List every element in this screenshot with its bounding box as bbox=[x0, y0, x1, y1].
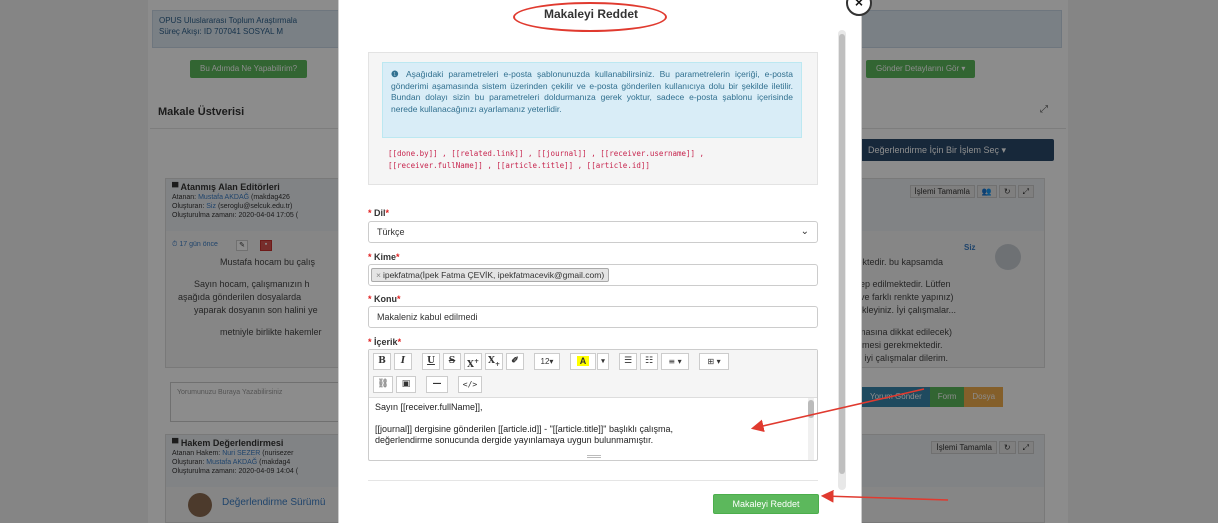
color-glyph: A bbox=[576, 356, 590, 366]
template-parameters: [[done.by]] , [[related.link]] , [[journ… bbox=[388, 148, 808, 172]
scrollbar-thumb[interactable] bbox=[839, 34, 845, 474]
table-select[interactable]: ⊞ ▾ bbox=[699, 353, 729, 370]
recipient-input[interactable]: × ipekfatma(İpek Fatma ÇEVİK, ipekfatmace… bbox=[368, 264, 818, 286]
code-view-icon[interactable]: </> bbox=[458, 376, 482, 393]
info-circle-icon: ❶ bbox=[391, 69, 402, 79]
content-label-text: İçerik bbox=[374, 337, 398, 347]
image-icon[interactable]: ▣ bbox=[396, 376, 416, 393]
superscript-mark: + bbox=[473, 358, 479, 365]
language-select[interactable]: Türkçe ⌄ bbox=[368, 221, 818, 243]
reject-article-submit-button[interactable]: Makaleyi Reddet bbox=[713, 494, 819, 514]
required-marker: * bbox=[368, 337, 372, 347]
editor-line: değerlendirme sonucunda dergide yayınlam… bbox=[375, 435, 654, 445]
parameters-line: [[done.by]] , [[related.link]] , [[journ… bbox=[388, 149, 705, 158]
editor-content[interactable]: Sayın [[receiver.fullName]], [[journal]]… bbox=[375, 402, 805, 446]
modal-footer-divider bbox=[368, 480, 818, 481]
to-label: * Kime* bbox=[368, 252, 400, 262]
editor-scroll-thumb[interactable] bbox=[808, 400, 814, 418]
horizontal-rule-icon[interactable]: — bbox=[426, 376, 448, 393]
recipient-tag: × ipekfatma(İpek Fatma ÇEVİK, ipekfatmace… bbox=[371, 268, 610, 282]
content-editor: B I U S X+ X+ ✐ 12▾ A ▾ ☰ ☷ ≡ ▾ ⊞ ▾ ⛓ ▣ … bbox=[368, 349, 818, 461]
subscript-mark: + bbox=[494, 360, 500, 368]
superscript-glyph: X bbox=[466, 360, 474, 370]
bold-button[interactable]: B bbox=[373, 353, 391, 370]
link-icon[interactable]: ⛓ bbox=[373, 376, 393, 393]
resize-handle[interactable] bbox=[587, 455, 601, 458]
editor-scrollbar[interactable] bbox=[808, 398, 814, 460]
subject-value: Makaleniz kabul edilmedi bbox=[377, 312, 478, 322]
editor-line: [[journal]] dergisine gönderilen [[artic… bbox=[375, 424, 674, 434]
superscript-button[interactable]: X+ bbox=[464, 353, 482, 370]
subscript-glyph: X bbox=[487, 356, 495, 366]
modal-scrollbar[interactable] bbox=[838, 30, 846, 490]
language-label: * Dil* bbox=[368, 208, 390, 218]
subject-label: * Konu* bbox=[368, 294, 401, 304]
text-color-button[interactable]: A bbox=[570, 353, 596, 370]
italic-button[interactable]: I bbox=[394, 353, 412, 370]
recipient-tag-text: ipekfatma(İpek Fatma ÇEVİK, ipekfatmacev… bbox=[382, 270, 605, 280]
chevron-down-icon: ⌄ bbox=[800, 226, 809, 237]
parameters-line: [[receiver.fullName]] , [[article.title]… bbox=[388, 161, 650, 170]
unordered-list-icon[interactable]: ☰ bbox=[619, 353, 637, 370]
subject-input[interactable]: Makaleniz kabul edilmedi bbox=[368, 306, 818, 328]
ordered-list-icon[interactable]: ☷ bbox=[640, 353, 658, 370]
alert-text: Aşağıdaki parametreleri e-posta şablonun… bbox=[391, 69, 794, 114]
subscript-button[interactable]: X+ bbox=[485, 353, 503, 370]
editor-toolbar: B I U S X+ X+ ✐ 12▾ A ▾ ☰ ☷ ≡ ▾ ⊞ ▾ ⛓ ▣ … bbox=[369, 350, 817, 398]
required-marker: * bbox=[368, 208, 372, 218]
font-size-select[interactable]: 12▾ bbox=[534, 353, 560, 370]
to-label-text: Kime bbox=[374, 252, 397, 262]
language-selected-value: Türkçe bbox=[377, 227, 405, 237]
strikethrough-button[interactable]: S bbox=[443, 353, 461, 370]
color-dropdown[interactable]: ▾ bbox=[597, 353, 609, 370]
content-label: * İçerik* bbox=[368, 337, 402, 347]
editor-line: Sayın [[receiver.fullName]], bbox=[375, 402, 483, 412]
parameters-info-alert: ❶ Aşağıdaki parametreleri e-posta şablon… bbox=[382, 62, 802, 138]
align-select[interactable]: ≡ ▾ bbox=[661, 353, 689, 370]
required-marker: * bbox=[368, 294, 372, 304]
tag-remove-icon[interactable]: × bbox=[376, 270, 381, 280]
modal-title: Makaleyi Reddet bbox=[543, 7, 639, 21]
underline-button[interactable]: U bbox=[422, 353, 440, 370]
subject-label-text: Konu bbox=[374, 294, 398, 304]
language-label-text: Dil bbox=[374, 208, 386, 218]
eraser-icon[interactable]: ✐ bbox=[506, 353, 524, 370]
required-marker: * bbox=[368, 252, 372, 262]
